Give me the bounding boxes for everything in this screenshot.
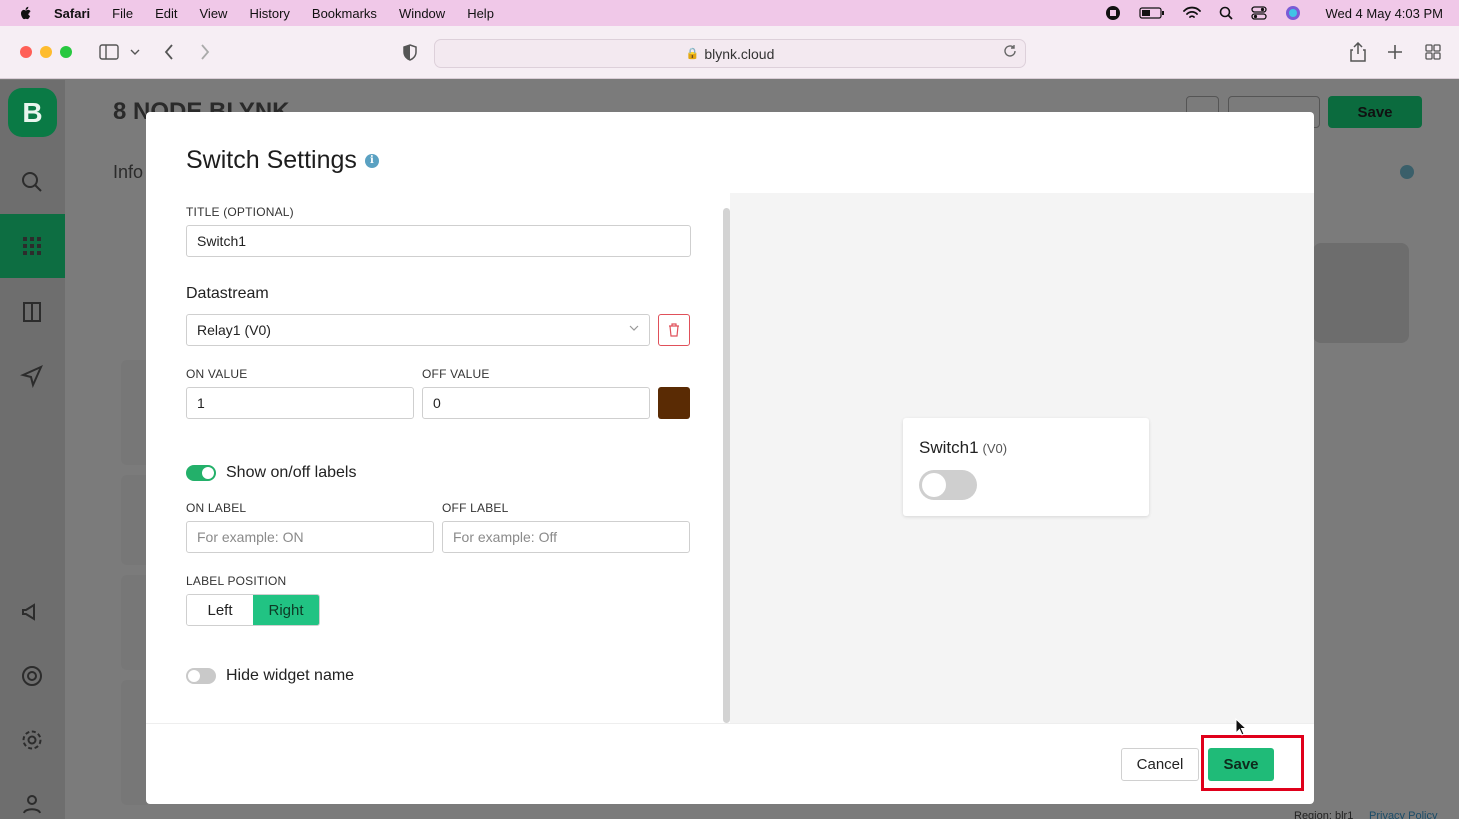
on-value-input[interactable]: 1	[186, 387, 414, 419]
menu-view[interactable]: View	[200, 6, 228, 21]
widget-preview-title: Switch1	[919, 438, 979, 457]
user-icon[interactable]	[20, 792, 44, 816]
modal-title: Switch Settings i	[186, 146, 379, 175]
chevron-down-icon[interactable]	[130, 49, 140, 55]
help-lifebuoy-icon[interactable]	[20, 664, 44, 688]
address-bar-url: blynk.cloud	[704, 45, 775, 62]
screen-record-icon[interactable]	[1105, 5, 1121, 21]
control-center-icon[interactable]	[1251, 6, 1268, 20]
chevron-down-icon	[629, 325, 639, 331]
mouse-cursor-icon	[1235, 718, 1247, 736]
modal-footer-divider	[146, 723, 1314, 724]
off-value-label: OFF VALUE	[422, 367, 490, 381]
label-position-left[interactable]: Left	[187, 595, 253, 625]
forward-icon[interactable]	[200, 44, 210, 60]
show-labels-text: Show on/off labels	[226, 464, 357, 481]
menu-help[interactable]: Help	[467, 6, 494, 21]
lock-icon: 🔒	[685, 48, 700, 60]
settings-scrollbar[interactable]	[723, 208, 730, 723]
title-field-label: TITLE (OPTIONAL)	[186, 205, 294, 219]
background-info-tab[interactable]: Info	[113, 162, 143, 183]
blynk-logo[interactable]: B	[8, 88, 57, 137]
widget-preview-name: Switch1 (V0)	[919, 438, 1007, 458]
label-position-right[interactable]: Right	[253, 595, 319, 625]
info-icon[interactable]: i	[364, 153, 379, 168]
browser-toolbar: 🔒 blynk.cloud	[0, 26, 1459, 79]
settings-gear-icon[interactable]	[20, 728, 44, 752]
building-icon[interactable]	[20, 300, 44, 324]
switch-widget-preview: Switch1 (V0)	[903, 418, 1149, 516]
modal-title-text: Switch Settings	[186, 146, 357, 174]
privacy-policy-link[interactable]: Privacy Policy	[1369, 810, 1437, 819]
menubar: Safari File Edit View History Bookmarks …	[0, 0, 1459, 26]
privacy-shield-icon[interactable]	[403, 44, 417, 61]
spotlight-search-icon[interactable]	[1219, 6, 1234, 20]
title-input[interactable]: Switch1	[186, 225, 691, 257]
widget-preview-pin: (V0)	[982, 441, 1008, 456]
delete-datastream-button[interactable]	[658, 314, 690, 346]
address-bar[interactable]: 🔒 blynk.cloud	[434, 39, 1026, 68]
background-info-icon	[1400, 165, 1414, 179]
battery-icon[interactable]	[1139, 6, 1165, 20]
save-button-highlight	[1201, 735, 1304, 791]
menubar-clock[interactable]: Wed 4 May 4:03 PM	[1325, 6, 1443, 21]
sidebar-toggle-icon[interactable]	[99, 44, 119, 60]
app-sidebar: B	[0, 80, 65, 819]
send-icon[interactable]	[20, 364, 44, 388]
share-icon[interactable]	[1350, 42, 1366, 62]
back-icon[interactable]	[164, 44, 174, 60]
switch-knob	[922, 473, 946, 497]
datastream-select[interactable]: Relay1 (V0)	[186, 314, 650, 346]
show-labels-toggle[interactable]	[186, 465, 216, 481]
datastream-select-value: Relay1 (V0)	[197, 322, 271, 338]
background-save-button[interactable]: Save	[1328, 96, 1422, 128]
menu-edit[interactable]: Edit	[155, 6, 177, 21]
on-value-label: ON VALUE	[186, 367, 248, 381]
hide-widget-name-toggle[interactable]	[186, 668, 216, 684]
region-text: Region: blr1	[1294, 810, 1354, 819]
megaphone-icon[interactable]	[20, 600, 44, 624]
on-label-label: ON LABEL	[186, 501, 247, 515]
off-label-label: OFF LABEL	[442, 501, 509, 515]
window-zoom-button[interactable]	[60, 46, 72, 58]
menu-history[interactable]: History	[249, 6, 289, 21]
menu-app-safari[interactable]: Safari	[54, 6, 90, 21]
toggle-knob	[202, 467, 214, 479]
off-label-input[interactable]: For example: Off	[442, 521, 690, 553]
color-swatch[interactable]	[658, 387, 690, 419]
trash-icon	[669, 323, 679, 337]
toggle-knob	[188, 670, 200, 682]
apple-icon[interactable]	[18, 5, 34, 21]
wifi-icon[interactable]	[1183, 6, 1202, 20]
hide-widget-name-text: Hide widget name	[226, 667, 355, 684]
background-map-widget	[1313, 243, 1409, 343]
on-label-input[interactable]: For example: ON	[186, 521, 434, 553]
window-minimize-button[interactable]	[40, 46, 52, 58]
siri-icon[interactable]	[1285, 5, 1301, 21]
label-position-label: LABEL POSITION	[186, 574, 287, 588]
menu-file[interactable]: File	[112, 6, 133, 21]
switch-settings-modal: Switch Settings i TITLE (OPTIONAL) Switc…	[146, 112, 1314, 804]
reload-icon[interactable]	[1003, 44, 1017, 58]
off-value-input[interactable]: 0	[422, 387, 650, 419]
cancel-button[interactable]: Cancel	[1121, 748, 1199, 781]
new-tab-icon[interactable]	[1388, 45, 1402, 59]
tab-overview-icon[interactable]	[1425, 44, 1441, 60]
label-position-segmented-control: Left Right	[186, 594, 320, 626]
menu-window[interactable]: Window	[399, 6, 445, 21]
datastream-label: Datastream	[186, 285, 269, 302]
dashboard-grid-icon[interactable]	[20, 234, 44, 258]
search-icon[interactable]	[20, 170, 44, 194]
window-close-button[interactable]	[20, 46, 32, 58]
menu-bookmarks[interactable]: Bookmarks	[312, 6, 377, 21]
menubar-status-area: Wed 4 May 4:03 PM	[1105, 0, 1443, 26]
widget-preview-switch[interactable]	[919, 470, 977, 500]
